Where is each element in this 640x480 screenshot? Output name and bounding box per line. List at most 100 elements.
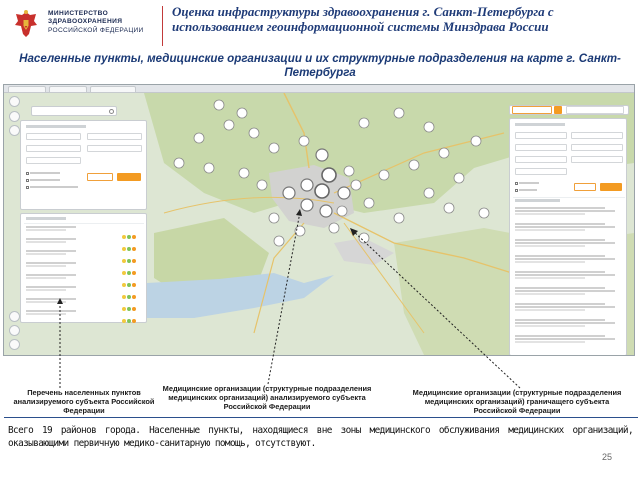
map-cluster[interactable] (423, 187, 435, 199)
checkbox-row[interactable] (26, 185, 78, 189)
map-cluster[interactable] (443, 202, 455, 214)
browser-tab[interactable] (49, 86, 87, 93)
org-list-item[interactable] (515, 255, 623, 267)
map-cluster[interactable] (298, 135, 310, 147)
belonging-select[interactable] (26, 157, 81, 164)
ownership-select[interactable] (515, 156, 567, 163)
district-select[interactable] (26, 145, 81, 152)
org-list-item[interactable] (515, 223, 623, 235)
ministry-line: МИНИСТЕРСТВО (48, 10, 109, 17)
map-cluster[interactable] (223, 119, 235, 131)
map-cluster[interactable] (173, 157, 185, 169)
results-heading (515, 199, 560, 202)
filter-toggle-button[interactable] (554, 106, 562, 114)
list-item-actions[interactable] (121, 310, 136, 328)
search-input[interactable] (31, 106, 117, 116)
map-cluster[interactable] (328, 222, 340, 234)
layers-icon[interactable] (9, 96, 20, 107)
map-cluster[interactable] (213, 99, 225, 111)
profile-select[interactable] (571, 132, 623, 139)
map-cluster[interactable] (478, 207, 490, 219)
list-item[interactable] (26, 262, 81, 267)
list-item[interactable] (26, 298, 81, 303)
layer-select[interactable] (566, 106, 624, 114)
zoom-out-icon[interactable] (9, 125, 20, 136)
caption-settlements: Перечень населенных пунктов анализируемо… (13, 388, 155, 416)
reset-filter-button[interactable] (512, 106, 552, 114)
name-input[interactable] (87, 133, 142, 140)
org-list-item[interactable] (515, 207, 623, 219)
browser-tab[interactable] (8, 86, 46, 93)
map-cluster[interactable] (256, 179, 268, 191)
browser-tab[interactable] (90, 86, 136, 93)
org-list-item[interactable] (515, 303, 623, 315)
map-cluster[interactable] (321, 167, 337, 183)
map-cluster[interactable] (453, 172, 465, 184)
org-list-item[interactable] (515, 319, 623, 331)
checkbox-row[interactable] (26, 178, 60, 182)
map-cluster[interactable] (408, 159, 420, 171)
org-list-item[interactable] (515, 335, 623, 347)
ruler-icon[interactable] (9, 311, 20, 322)
map-cluster[interactable] (268, 142, 280, 154)
map-cluster[interactable] (336, 205, 348, 217)
map-cluster[interactable] (350, 179, 362, 191)
checkbox-row[interactable] (515, 181, 539, 185)
level-select[interactable] (571, 156, 623, 163)
list-item[interactable] (26, 310, 81, 315)
org-list-item[interactable] (515, 271, 623, 283)
list-item[interactable] (26, 250, 81, 255)
settlements-filter-panel (20, 120, 147, 210)
map-cluster[interactable] (294, 225, 306, 237)
print-icon[interactable] (9, 339, 20, 350)
slide-subtitle: Населенные пункты, медицинские организац… (19, 52, 621, 79)
list-item[interactable] (26, 286, 81, 291)
org-list-item[interactable] (515, 239, 623, 251)
list-item[interactable] (26, 226, 81, 231)
map-cluster[interactable] (203, 162, 215, 174)
map-cluster[interactable] (343, 165, 355, 177)
map-cluster[interactable] (358, 232, 370, 244)
pencil-icon[interactable] (9, 325, 20, 336)
map-cluster[interactable] (314, 183, 330, 199)
map-cluster[interactable] (319, 204, 333, 218)
map-cluster[interactable] (300, 178, 314, 192)
find-button[interactable] (600, 183, 622, 191)
map-cluster[interactable] (315, 148, 329, 162)
map-cluster[interactable] (300, 198, 314, 212)
reset-button[interactable] (87, 173, 113, 181)
district-select[interactable] (515, 144, 567, 151)
belonging-select[interactable] (515, 168, 567, 175)
map-cluster[interactable] (282, 186, 296, 200)
map-cluster[interactable] (393, 212, 405, 224)
list-item[interactable] (26, 238, 81, 243)
region-select[interactable] (26, 133, 81, 140)
map-cluster[interactable] (238, 167, 250, 179)
map-cluster[interactable] (470, 135, 482, 147)
map-cluster[interactable] (337, 186, 351, 200)
map-cluster[interactable] (273, 235, 285, 247)
map-cluster[interactable] (248, 127, 260, 139)
reset-button[interactable] (574, 183, 596, 191)
list-item[interactable] (26, 274, 81, 279)
region-select[interactable] (515, 132, 567, 139)
map-cluster[interactable] (363, 197, 375, 209)
checkbox-row[interactable] (515, 188, 537, 192)
zoom-in-icon[interactable] (9, 111, 20, 122)
org-list-item[interactable] (515, 287, 623, 299)
map-cluster[interactable] (378, 169, 390, 181)
map-cluster[interactable] (393, 107, 405, 119)
map-cluster[interactable] (268, 212, 280, 224)
type-select[interactable] (571, 144, 623, 151)
map-cluster[interactable] (236, 107, 248, 119)
find-button[interactable] (117, 173, 141, 181)
map-cluster[interactable] (423, 121, 435, 133)
medical-organizations-panel (509, 118, 627, 355)
map-view[interactable] (4, 93, 634, 355)
map-cluster[interactable] (438, 147, 450, 159)
checkbox-row[interactable] (26, 171, 60, 175)
divider (513, 197, 625, 198)
map-cluster[interactable] (358, 117, 370, 129)
map-cluster[interactable] (193, 132, 205, 144)
settlement-input[interactable] (87, 145, 142, 152)
